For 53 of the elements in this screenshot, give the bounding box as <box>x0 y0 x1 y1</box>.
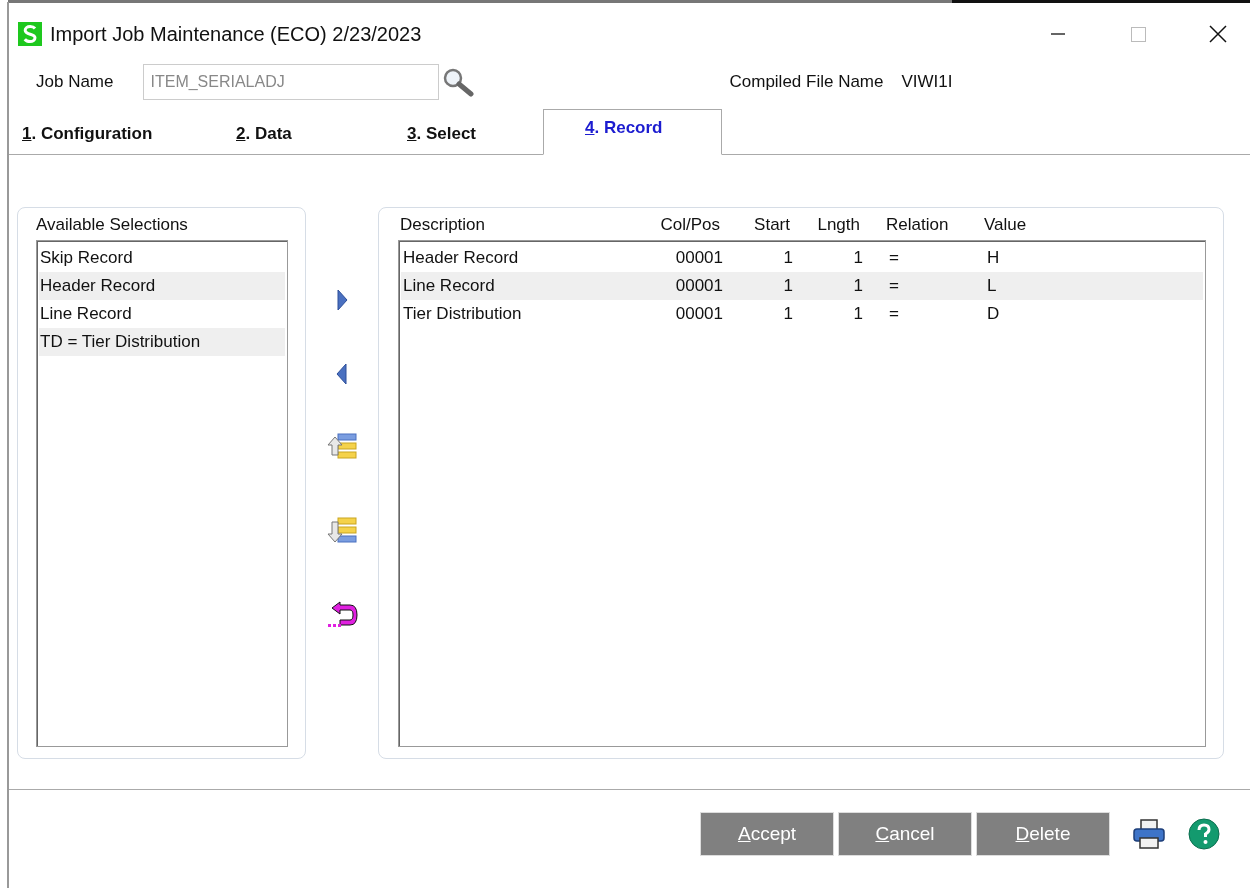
table-cell-text: H <box>986 247 1001 269</box>
table-cell-text: D <box>986 303 1001 325</box>
action-button[interactable]: Delete <box>976 811 1110 856</box>
table-row[interactable]: Tier Distribution 00001 1 1 = D <box>401 300 1203 328</box>
tab[interactable]: 1. Configuration <box>8 114 236 154</box>
panel-title: Available Selections <box>36 214 189 236</box>
table-row[interactable]: Line Record 00001 1 1 = L <box>401 272 1203 300</box>
close-icon[interactable] <box>1208 24 1228 44</box>
table-cell-text: Tier Distribution <box>403 303 523 325</box>
table-cell-text: = <box>888 303 900 325</box>
table-cell-text: = <box>888 247 900 269</box>
column-header: Lngth <box>816 214 860 236</box>
undo-icon[interactable] <box>326 599 358 629</box>
table-cell-text: 1 <box>852 275 863 297</box>
table-cell-text: 1 <box>782 275 793 297</box>
table-cell-text: 1 <box>782 247 793 269</box>
table-row[interactable]: Header Record 00001 1 1 = H <box>401 244 1203 272</box>
table-cell-text: 00001 <box>674 275 723 297</box>
column-header: Description <box>400 214 487 236</box>
window-title: Import Job Maintenance (ECO) 2/23/2023 <box>50 22 422 46</box>
list-item[interactable]: TD = Tier Distribution <box>39 328 285 356</box>
compiled-file-name-value: VIWI1I <box>901 72 953 92</box>
table-cell-text: = <box>888 275 900 297</box>
move-left-icon[interactable] <box>336 363 348 385</box>
column-header: Value <box>983 214 1028 236</box>
move-right-icon[interactable] <box>336 289 348 311</box>
help-icon[interactable] <box>1188 817 1220 850</box>
tab[interactable]: 3. Select <box>407 114 543 154</box>
action-button[interactable]: Accept <box>700 811 834 856</box>
table-cell-text: L <box>986 275 998 297</box>
column-header: Relation <box>885 214 950 236</box>
table-cell-text: 00001 <box>674 303 723 325</box>
printer-icon[interactable] <box>1132 817 1166 850</box>
table-cell-text: 1 <box>782 303 793 325</box>
tab[interactable]: 4. Record <box>543 109 722 155</box>
column-header: Col/Pos <box>659 214 720 236</box>
table-cell-text: 1 <box>852 247 863 269</box>
app-logo-icon <box>18 22 42 46</box>
compiled-file-name-label: Compiled File Name <box>729 72 884 92</box>
tab[interactable]: 2. Data <box>236 114 407 154</box>
column-header: Start <box>753 214 790 236</box>
table-cell-text: 00001 <box>674 247 723 269</box>
table-cell-text: 1 <box>852 303 863 325</box>
list-item[interactable]: Line Record <box>39 300 285 328</box>
table-cell-text: Header Record <box>403 247 520 269</box>
list-item[interactable]: Skip Record <box>39 244 285 272</box>
job-name-field[interactable]: ITEM_SERIALADJ <box>143 64 440 100</box>
search-icon[interactable] <box>441 67 476 97</box>
action-button[interactable]: Cancel <box>838 811 972 856</box>
job-name-label: Job Name <box>36 72 114 92</box>
list-item[interactable]: Header Record <box>39 272 285 300</box>
table-cell-text: Line Record <box>403 275 496 297</box>
available-selections-list[interactable]: Skip Record Header Record Line Record TD = Tier Distribution <box>36 240 288 747</box>
